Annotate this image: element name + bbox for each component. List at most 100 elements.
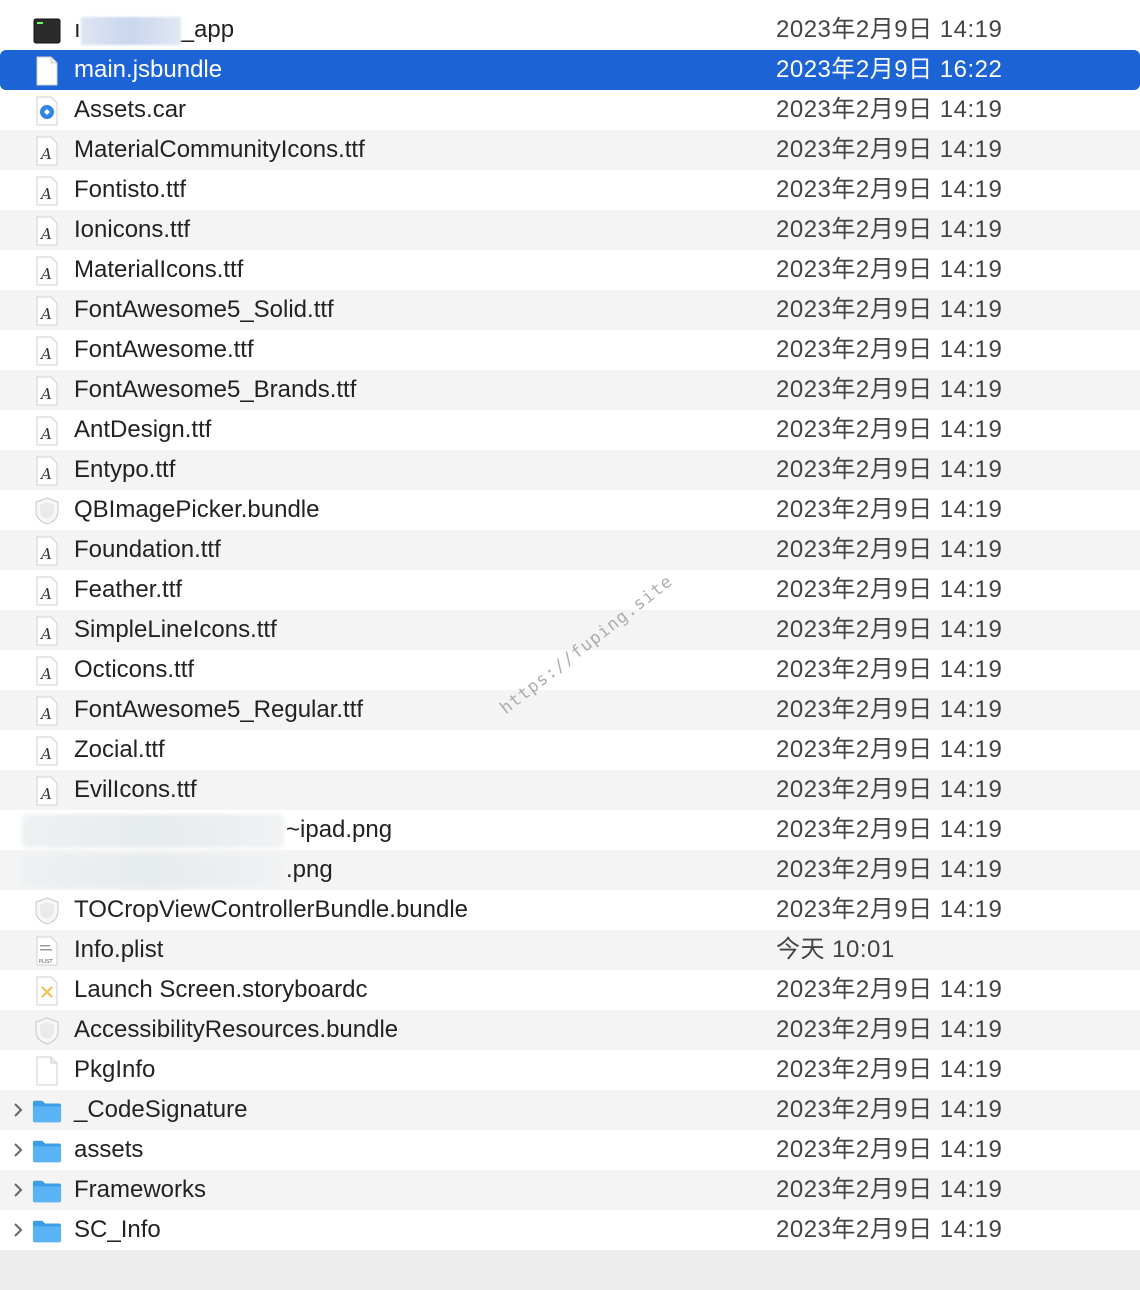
date-modified: 2023年2月9日 14:19	[776, 736, 1003, 763]
date-modified: 2023年2月9日 14:19	[776, 856, 1003, 883]
date-modified: 2023年2月9日 14:19	[776, 296, 1003, 323]
file-row[interactable]: A FontAwesome5_Solid.ttf 2023年2月9日 14:19	[0, 290, 1140, 330]
file-row[interactable]: A EvilIcons.ttf 2023年2月9日 14:19	[0, 770, 1140, 810]
file-row[interactable]: ~ipad.png 2023年2月9日 14:19	[0, 810, 1140, 850]
folder-icon	[32, 1216, 62, 1246]
folder-row[interactable]: assets 2023年2月9日 14:19	[0, 1130, 1140, 1170]
folder-icon	[32, 1136, 62, 1166]
bundle-icon	[32, 1016, 62, 1046]
date-modified: 今天 10:01	[776, 936, 895, 963]
date-modified: 2023年2月9日 14:19	[776, 1096, 1003, 1123]
file-row[interactable]: A AntDesign.ttf 2023年2月9日 14:19	[0, 410, 1140, 450]
svg-text:A: A	[39, 425, 52, 443]
svg-text:A: A	[39, 145, 52, 163]
file-row[interactable]: A Zocial.ttf 2023年2月9日 14:19	[0, 730, 1140, 770]
file-name: MaterialIcons.ttf	[74, 256, 244, 283]
date-modified: 2023年2月9日 14:19	[776, 496, 1003, 523]
file-list: ı _app 2023年2月9日 14:19 main.jsbundle 2023年2月…	[0, 10, 1140, 1250]
folder-icon	[32, 1096, 62, 1126]
folder-row[interactable]: SC_Info 2023年2月9日 14:19	[0, 1210, 1140, 1250]
file-name: Info.plist	[74, 936, 164, 963]
redacted-prefix: ı	[74, 16, 81, 43]
svg-text:A: A	[39, 625, 52, 643]
chevron-right-icon[interactable]	[8, 1170, 28, 1210]
file-name: Frameworks	[74, 1176, 207, 1203]
date-modified: 2023年2月9日 14:19	[776, 216, 1003, 243]
image-thumbnail-icon	[32, 856, 62, 886]
font-file-icon: A	[32, 376, 62, 406]
file-row[interactable]: Assets.car 2023年2月9日 14:19	[0, 90, 1140, 130]
date-modified: 2023年2月9日 14:19	[776, 1176, 1003, 1203]
font-file-icon: A	[32, 216, 62, 246]
svg-text:A: A	[39, 305, 52, 323]
file-row[interactable]: PkgInfo 2023年2月9日 14:19	[0, 1050, 1140, 1090]
font-file-icon: A	[32, 616, 62, 646]
file-name: FontAwesome5_Solid.ttf	[74, 296, 334, 323]
file-name: .png	[286, 856, 333, 883]
svg-text:A: A	[39, 785, 52, 803]
date-modified: 2023年2月9日 14:19	[776, 816, 1003, 843]
file-name: Fontisto.ttf	[74, 176, 187, 203]
file-row[interactable]: QBImagePicker.bundle 2023年2月9日 14:19	[0, 490, 1140, 530]
file-row[interactable]: A Entypo.ttf 2023年2月9日 14:19	[0, 450, 1140, 490]
date-modified: 2023年2月9日 14:19	[776, 336, 1003, 363]
file-name: main.jsbundle	[74, 56, 223, 83]
file-row[interactable]: main.jsbundle 2023年2月9日 16:22	[0, 50, 1140, 90]
svg-text:A: A	[39, 185, 52, 203]
file-name: FontAwesome5_Regular.ttf	[74, 696, 364, 723]
file-name: AccessibilityResources.bundle	[74, 1016, 399, 1043]
file-row[interactable]: .png 2023年2月9日 14:19	[0, 850, 1140, 890]
chevron-right-icon[interactable]	[8, 1210, 28, 1250]
date-modified: 2023年2月9日 14:19	[776, 1056, 1003, 1083]
chevron-right-icon[interactable]	[8, 1130, 28, 1170]
bundle-icon	[32, 496, 62, 526]
file-name: Assets.car	[74, 96, 187, 123]
font-file-icon: A	[32, 456, 62, 486]
font-file-icon: A	[32, 776, 62, 806]
file-row[interactable]: A Ionicons.ttf 2023年2月9日 14:19	[0, 210, 1140, 250]
file-row[interactable]: A Fontisto.ttf 2023年2月9日 14:19	[0, 170, 1140, 210]
font-file-icon: A	[32, 296, 62, 326]
file-row[interactable]: A MaterialCommunityIcons.ttf 2023年2月9日 14:…	[0, 130, 1140, 170]
font-file-icon: A	[32, 736, 62, 766]
file-row[interactable]: TOCropViewControllerBundle.bundle 2023年2月…	[0, 890, 1140, 930]
date-modified: 2023年2月9日 14:19	[776, 136, 1003, 163]
chevron-right-icon[interactable]	[8, 1090, 28, 1130]
terminal-app-icon	[32, 16, 62, 46]
font-file-icon: A	[32, 416, 62, 446]
folder-row[interactable]: _CodeSignature 2023年2月9日 14:19	[0, 1090, 1140, 1130]
file-row[interactable]: PLIST Info.plist 今天 10:01	[0, 930, 1140, 970]
file-name: FontAwesome5_Brands.ttf	[74, 376, 357, 403]
svg-text:A: A	[39, 385, 52, 403]
redacted-block	[80, 16, 181, 45]
file-name: Zocial.ttf	[74, 736, 165, 763]
file-row[interactable]: A MaterialIcons.ttf 2023年2月9日 14:19	[0, 250, 1140, 290]
file-row[interactable]: A FontAwesome5_Brands.ttf 2023年2月9日 14:19	[0, 370, 1140, 410]
file-name: FontAwesome.ttf	[74, 336, 254, 363]
date-modified: 2023年2月9日 14:19	[776, 576, 1003, 603]
file-row[interactable]: A FontAwesome.ttf 2023年2月9日 14:19	[0, 330, 1140, 370]
svg-text:A: A	[39, 545, 52, 563]
svg-text:A: A	[39, 465, 52, 483]
font-file-icon: A	[32, 656, 62, 686]
file-row[interactable]: A Foundation.ttf 2023年2月9日 14:19	[0, 530, 1140, 570]
svg-text:A: A	[39, 665, 52, 683]
date-modified: 2023年2月9日 14:19	[776, 656, 1003, 683]
date-modified: 2023年2月9日 14:19	[776, 176, 1003, 203]
svg-text:A: A	[39, 345, 52, 363]
file-row[interactable]: A Feather.ttf 2023年2月9日 14:19	[0, 570, 1140, 610]
file-row[interactable]: Launch Screen.storyboardc 2023年2月9日 14:19	[0, 970, 1140, 1010]
svg-text:A: A	[39, 225, 52, 243]
folder-icon	[32, 1176, 62, 1206]
file-row[interactable]: A FontAwesome5_Regular.ttf 2023年2月9日 14:19	[0, 690, 1140, 730]
file-row[interactable]: ı _app 2023年2月9日 14:19	[0, 10, 1140, 50]
file-name: SimpleLineIcons.ttf	[74, 616, 277, 643]
folder-row[interactable]: Frameworks 2023年2月9日 14:19	[0, 1170, 1140, 1210]
file-name: Foundation.ttf	[74, 536, 221, 563]
file-name: MaterialCommunityIcons.ttf	[74, 136, 365, 163]
date-modified: 2023年2月9日 14:19	[776, 976, 1003, 1003]
svg-text:A: A	[39, 585, 52, 603]
horizontal-scrollbar[interactable]	[0, 1250, 1140, 1290]
file-row[interactable]: AccessibilityResources.bundle 2023年2月9日 1…	[0, 1010, 1140, 1050]
file-name: SC_Info	[74, 1216, 161, 1243]
